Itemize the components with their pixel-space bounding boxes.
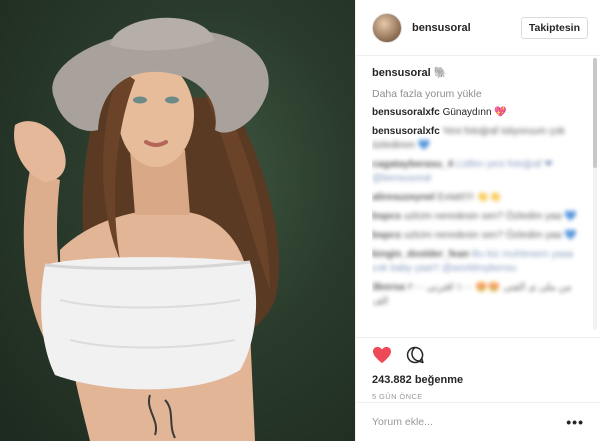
comment-item: 3borsa من ملی ی الفتی 😍😍 ۱۰۰ افترنی ۲۰۰ … [372, 281, 586, 309]
post-side-panel: bensusoral Takiptesin bensusoral 🐘 Daha … [355, 0, 600, 441]
comment-text: uzlcim neredesin sen? Özledim yaa 💙 [403, 230, 577, 241]
post-header: bensusoral Takiptesin [356, 0, 600, 56]
caption-emoji: 🐘 [433, 67, 448, 79]
scrollbar-thumb[interactable] [593, 58, 597, 168]
comment-username[interactable]: kingin_doslder_fean [372, 249, 469, 260]
load-more-comments-link[interactable]: Daha fazla yorum yükle [372, 88, 586, 100]
caption-username[interactable]: bensusoral [372, 67, 431, 79]
comment-item: bspcs uzlcim neredesin sen? Özledim yaa … [372, 210, 586, 224]
comment-item: cagatayberasu_4 Lütfen yeni fotoğraf ❤ @… [372, 158, 586, 186]
woman-in-hat-illustration [14, 17, 279, 441]
comment-item: bspcs uzlcim neredesin sen? Özledim yaa … [372, 229, 586, 243]
post-timestamp[interactable]: 5 GÜN ÖNCE [372, 392, 584, 401]
caption: bensusoral 🐘 [372, 66, 586, 79]
comments-scrollbar[interactable] [593, 58, 597, 330]
likes-count[interactable]: 243.882 beğenme [372, 374, 584, 386]
comment-username[interactable]: bspcs [372, 211, 401, 222]
post-photo[interactable] [0, 0, 355, 441]
comment-text: uzlcim neredesin sen? Özledim yaa 💙 [403, 211, 577, 222]
comment-item: bensusoralxfc Günaydınn 💖 [372, 106, 586, 120]
instagram-post: bensusoral Takiptesin bensusoral 🐘 Daha … [0, 0, 600, 441]
comment-username[interactable]: aliresuzeynel [372, 192, 435, 203]
comment-username[interactable]: 3borsa [372, 282, 405, 293]
comment-item: bensusoralxfc Yeni fotoğraf istiyoruum ç… [372, 125, 586, 153]
comment-text: Evlatt!!!! 👏👏 [437, 192, 502, 203]
more-options-button[interactable]: ••• [566, 414, 584, 430]
comment-item: aliresuzeynel Evlatt!!!! 👏👏 [372, 191, 586, 205]
add-comment-bar: ••• [356, 402, 600, 441]
comment-icon[interactable] [406, 346, 424, 367]
header-username[interactable]: bensusoral [412, 22, 521, 34]
comment-username[interactable]: bspcs [372, 230, 401, 241]
post-actions: 243.882 beğenme 5 GÜN ÖNCE [356, 337, 600, 401]
comment-username[interactable]: cagatayberasu_4 [372, 159, 453, 170]
comment-input[interactable] [372, 416, 567, 428]
action-icons [372, 346, 584, 366]
comment-item: kingin_doslder_fean Bu kiz muhtesem yaaa… [372, 248, 586, 276]
heart-icon[interactable] [372, 346, 392, 367]
comments-list: bensusoral 🐘 Daha fazla yorum yükle bens… [372, 60, 586, 330]
comment-username[interactable]: bensusoralxfc [372, 107, 440, 118]
following-button[interactable]: Takiptesin [520, 16, 588, 39]
comment-text: Günaydınn 💖 [442, 107, 507, 118]
comment-username[interactable]: bensusoralxfc [372, 126, 440, 137]
avatar[interactable] [372, 12, 402, 43]
